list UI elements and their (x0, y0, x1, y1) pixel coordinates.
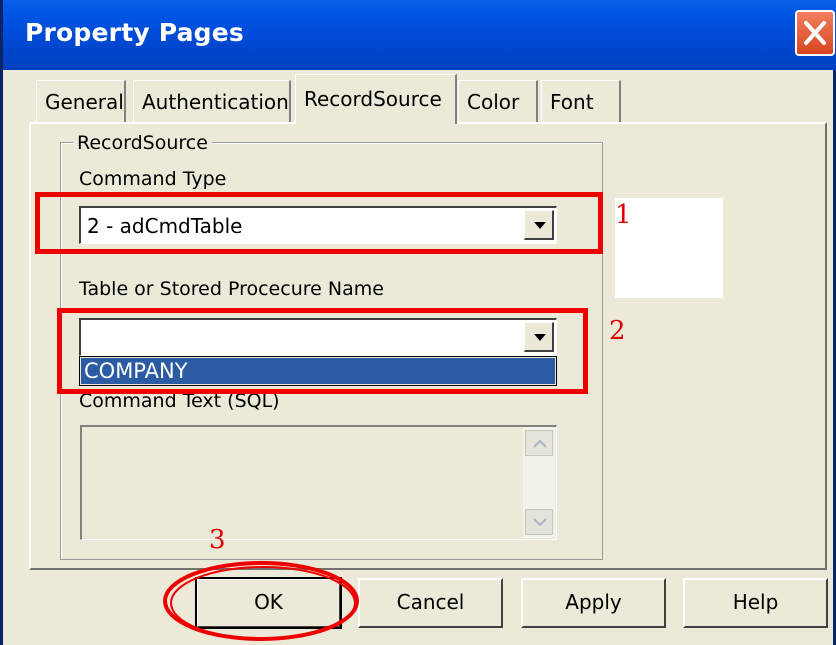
tab-label: Authentication (142, 90, 289, 114)
close-button[interactable] (795, 10, 835, 56)
annotation-ellipse-3 (163, 561, 359, 641)
property-pages-window: Property Pages General Authentication Re… (0, 0, 836, 645)
cancel-button[interactable]: Cancel (358, 578, 503, 628)
tab-label: General (45, 90, 124, 114)
scroll-down-icon (533, 518, 547, 527)
annotation-marker-1: 1 (615, 200, 632, 230)
scroll-up-icon (533, 439, 547, 448)
annotation-box-1 (35, 192, 603, 254)
scroll-down-button[interactable] (525, 509, 553, 535)
tab-font[interactable]: Font (541, 80, 621, 122)
table-name-label: Table or Stored Procecure Name (79, 278, 384, 300)
scroll-up-button[interactable] (525, 430, 553, 456)
tab-authentication[interactable]: Authentication (133, 80, 291, 122)
help-button[interactable]: Help (683, 578, 828, 628)
tab-label: Color (467, 90, 520, 114)
title-bar[interactable]: Property Pages (3, 0, 836, 70)
window-title: Property Pages (25, 18, 245, 47)
groupbox-title: RecordSource (73, 132, 212, 154)
tab-label: Font (550, 90, 594, 114)
close-icon (804, 21, 826, 45)
command-text-scrollbar[interactable] (523, 427, 555, 538)
apply-button[interactable]: Apply (521, 578, 666, 628)
tab-general[interactable]: General (36, 80, 126, 122)
tab-label: RecordSource (304, 87, 442, 111)
command-type-label: Command Type (79, 168, 227, 190)
tab-color[interactable]: Color (458, 80, 538, 122)
annotation-marker-3: 3 (209, 525, 226, 555)
command-text-textarea[interactable] (80, 425, 557, 540)
tab-recordsource[interactable]: RecordSource (295, 74, 457, 124)
annotation-marker-2: 2 (609, 316, 626, 346)
annotation-box-2 (57, 308, 588, 394)
